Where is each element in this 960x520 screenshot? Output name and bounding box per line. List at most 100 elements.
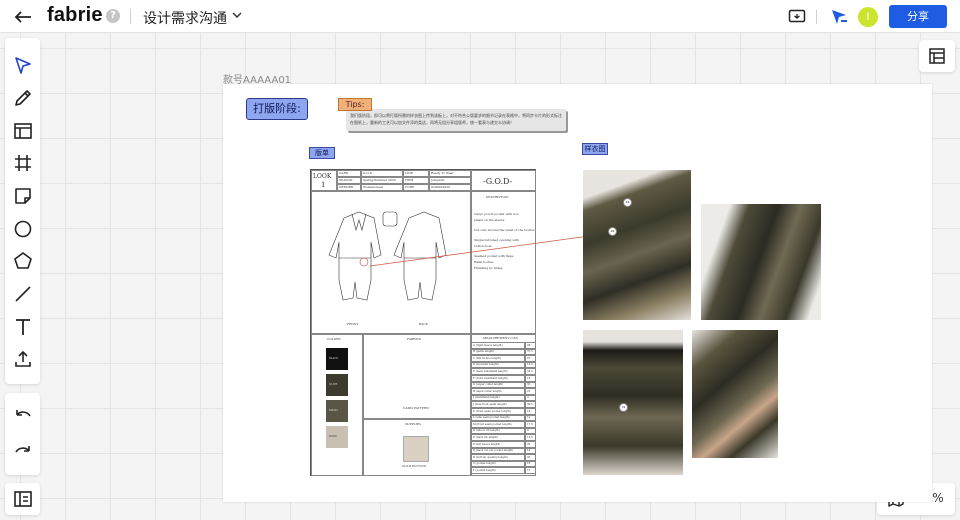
circle-icon[interactable]	[12, 218, 34, 240]
measurement-value: 25	[527, 389, 531, 393]
annotation-pin[interactable]: 26	[608, 227, 617, 236]
meta-text: CODE	[405, 185, 415, 189]
avatar[interactable]: I	[858, 7, 878, 27]
garment-sketch	[328, 211, 447, 301]
color-swatch-label: KHAKI	[329, 409, 338, 412]
meta-text: Jumpsuit	[431, 178, 445, 182]
measurement-label: K (front seam pocket length)	[473, 409, 511, 413]
supply-name: GOLD BUTTON	[402, 464, 427, 468]
annotation-pin[interactable]: 31	[619, 403, 628, 412]
meta-text: Ready To Wear	[431, 171, 454, 175]
sample-photo-front[interactable]: 16 26	[583, 170, 691, 320]
polygon-icon[interactable]	[12, 250, 34, 272]
front-label: FRONT	[347, 322, 359, 326]
layout-button[interactable]	[919, 40, 955, 72]
measurement-label: J (side front seam length)	[473, 402, 507, 406]
layout-grid-icon	[929, 48, 945, 64]
back-arrow-icon[interactable]	[12, 6, 34, 28]
divider	[816, 10, 817, 24]
select-icon[interactable]	[12, 54, 34, 76]
artboard[interactable]: 打版阶段: 我们版阶段，即可以将打版所需的样衣图上传到该板上，对不符合公版要求的…	[223, 84, 932, 502]
history-toolbar	[5, 393, 40, 475]
meta-text: SEASON	[339, 178, 353, 182]
help-icon[interactable]: ?	[106, 9, 120, 23]
measurement-label: F (front waistband length)	[473, 376, 508, 380]
description-line: Cargo pouch pocket with box	[474, 212, 519, 216]
layers-icon[interactable]	[12, 488, 34, 510]
text-icon[interactable]	[12, 316, 34, 338]
meta-text: GODSS2020	[431, 185, 450, 189]
redo-icon[interactable]	[12, 441, 34, 463]
divider	[130, 9, 131, 24]
chevron-down-icon[interactable]	[231, 9, 243, 21]
sample-tag[interactable]: 样衣图	[582, 143, 608, 155]
layers-toolbar	[5, 483, 40, 515]
annotation-pin[interactable]: 16	[623, 198, 632, 207]
frame-icon[interactable]	[12, 152, 34, 174]
present-screen-icon[interactable]	[788, 9, 806, 25]
meta-text: G.O.D	[363, 171, 372, 175]
description-line: pleats on the sleeve.	[474, 218, 506, 222]
sample-photo-detail[interactable]	[692, 330, 778, 458]
line-icon[interactable]	[12, 283, 34, 305]
cursor-follow-icon[interactable]	[830, 8, 848, 26]
measurement-value: 9	[527, 429, 529, 433]
measurement-value: 18	[527, 376, 531, 380]
color-swatch-label: NUDE	[329, 435, 338, 438]
description-line: button-hole.	[474, 244, 493, 248]
measurement-label: A (right sleeve length)	[473, 343, 503, 347]
description-line: Seamed pocket with flaps.	[474, 254, 515, 258]
fabrics-title: FABRICS	[407, 337, 421, 341]
measurement-value: 39.5	[527, 402, 533, 406]
supplies-title: SUPPLIES	[405, 422, 422, 426]
app-logo[interactable]: fabrie	[47, 4, 103, 27]
colors-title: COLORS	[327, 337, 341, 341]
measurement-value: 18	[527, 462, 531, 466]
measurement-label: C (full bodice length)	[473, 356, 501, 360]
measurement-label: Q (back cut-out pocket length)	[473, 449, 514, 453]
measurement-label: E (back waistband length)	[473, 369, 508, 373]
measurement-label: G (upper collar length)	[473, 383, 504, 387]
table-icon[interactable]	[12, 120, 34, 142]
measurement-label: R (bottom opening length)	[473, 455, 508, 459]
pen-icon[interactable]	[12, 87, 34, 109]
pattern-tag[interactable]: 版单	[309, 147, 335, 159]
left-toolbar	[5, 38, 40, 384]
measurement-title: MEASUREMENT (CM)	[483, 336, 519, 340]
tips-text[interactable]: 我们版阶段，即可以将打版所需的样衣图上传到该板上，对不符合公版要求的细节记录在表…	[346, 109, 566, 131]
description-line: Waist bodice.	[474, 260, 495, 264]
color-swatch-label: OLIVE	[329, 383, 338, 386]
measurement-label: N (elbow rib length)	[473, 429, 500, 433]
meta-text: CARD	[339, 171, 349, 175]
measurement-value: 26	[527, 343, 531, 347]
meta-text: LINE	[405, 171, 413, 175]
sticky-note-icon[interactable]	[12, 185, 34, 207]
upload-icon[interactable]	[12, 348, 34, 370]
measurement-label: S (pocket length)	[473, 462, 496, 466]
measurement-value: 13.5	[527, 435, 533, 439]
measurement-value: 15	[527, 468, 531, 472]
measurement-value: 17.5	[527, 422, 533, 426]
description-line: Finishing by lining.	[474, 266, 504, 270]
measurement-value: 33.5	[527, 369, 533, 373]
measurement-label: M (front seam pocket length)	[473, 422, 512, 426]
measurement-label: L (side seam pocket length)	[473, 416, 510, 420]
measurement-label: B (pants length)	[473, 350, 495, 354]
measurement-value: 14	[527, 449, 531, 453]
project-title[interactable]: 设计需求沟通	[143, 8, 227, 28]
measurement-value: 35	[527, 383, 531, 387]
share-button[interactable]: 分享	[889, 5, 947, 28]
sample-photo-back[interactable]: 31	[583, 330, 683, 475]
measurement-label: O (back rib length)	[473, 435, 498, 439]
stage-tag[interactable]: 打版阶段:	[246, 98, 308, 120]
color-swatch-label: BLACK	[329, 357, 339, 360]
top-bar: fabrie ? 设计需求沟通 I 分享	[0, 0, 960, 33]
description-line: Single buttoned opening with	[474, 238, 520, 242]
sample-photo-side[interactable]	[701, 204, 821, 320]
undo-icon[interactable]	[12, 405, 34, 427]
measurement-value: 18	[527, 409, 531, 413]
supply-swatch	[403, 436, 429, 462]
meta-text: ITEM	[405, 178, 414, 182]
tips-tag[interactable]: Tips:	[338, 98, 372, 111]
tech-sheet[interactable]: LOOK 1 CARD G.O.D LINE Ready To Wear SEASON S…	[310, 169, 536, 476]
